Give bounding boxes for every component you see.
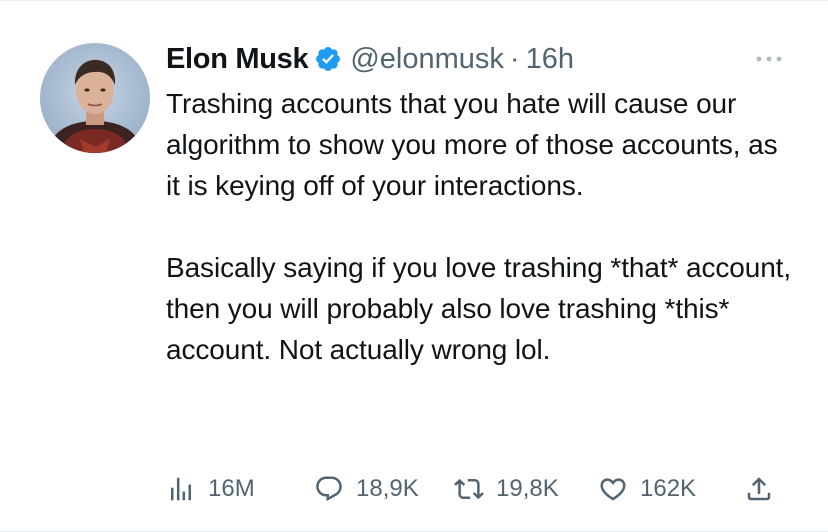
tweet-timestamp[interactable]: 16h: [526, 43, 574, 76]
share-upload-icon: [747, 477, 771, 501]
reply-button[interactable]: 18,9K: [314, 469, 419, 509]
tweet-actions: 16M 18,9K 19,8K 162K: [166, 469, 786, 509]
retweet-icon: [454, 478, 484, 500]
more-horizontal-icon[interactable]: [754, 51, 784, 67]
like-count: 162K: [640, 475, 697, 502]
avatar[interactable]: [40, 43, 150, 153]
verified-badge-icon: [314, 45, 342, 73]
views-button[interactable]: 16M: [166, 469, 255, 509]
tweet-card[interactable]: Elon Musk @elonmusk · 16h Trashing accou…: [0, 0, 828, 532]
like-button[interactable]: 162K: [598, 469, 696, 509]
retweet-count: 19,8K: [496, 475, 559, 502]
author-handle[interactable]: @elonmusk: [350, 43, 504, 76]
reply-bubble-icon: [316, 476, 342, 502]
tweet-text: Trashing accounts that you hate will cau…: [166, 88, 792, 365]
author-name[interactable]: Elon Musk: [166, 43, 309, 76]
profile-photo: [40, 43, 150, 153]
tweet-header: Elon Musk @elonmusk · 16h: [166, 39, 574, 79]
share-button[interactable]: [744, 469, 774, 509]
reply-count: 18,9K: [356, 475, 419, 502]
retweet-button[interactable]: 19,8K: [454, 469, 559, 509]
views-count: 16M: [208, 475, 255, 502]
analytics-bar-icon: [171, 477, 191, 501]
heart-icon: [600, 478, 626, 501]
separator-dot: ·: [509, 42, 520, 75]
